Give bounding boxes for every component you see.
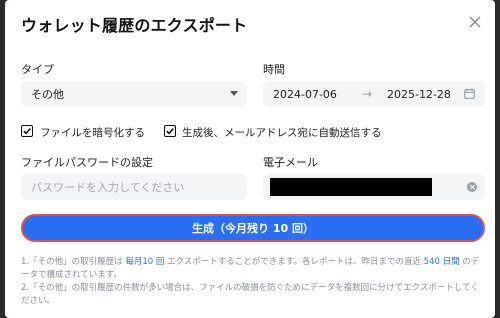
chevron-down-icon xyxy=(230,91,238,96)
type-label: タイプ xyxy=(21,63,54,76)
note-1-monthly-limit: 毎月10 回 xyxy=(125,257,165,267)
password-placeholder: パスワードを入力してください xyxy=(31,181,185,194)
password-input[interactable]: パスワードを入力してください xyxy=(21,174,247,200)
auto-email-label[interactable]: 生成後、メールアドレス宛に自動送信する xyxy=(182,125,382,140)
note-line-2: 2.「その他」の取引履歴の件数が多い場合は、ファイルの破損を防ぐためにデータを複… xyxy=(21,283,479,306)
note-1-part-c: エクスポートすることができます。各レポートは、昨日までの直近 xyxy=(164,257,424,267)
encrypt-checkbox[interactable] xyxy=(21,125,33,137)
email-value-redacted xyxy=(270,178,432,196)
time-label: 時間 xyxy=(263,63,285,76)
generate-button[interactable]: 生成（今月残り 10 回） xyxy=(21,214,485,242)
date-range-picker[interactable]: 2024-07-06 → 2025-12-28 xyxy=(263,81,485,107)
type-selected-value: その他 xyxy=(31,88,64,101)
encrypt-label[interactable]: ファイルを暗号化する xyxy=(40,125,145,140)
type-select[interactable]: その他 xyxy=(21,81,247,107)
email-field[interactable] xyxy=(263,174,485,200)
clear-icon[interactable] xyxy=(467,182,477,192)
arrow-right-icon: → xyxy=(362,87,373,101)
note-1-days: 540 日間 xyxy=(423,257,460,267)
note-1-part-a: 1.「その他」の取引履歴は xyxy=(21,257,126,267)
password-label: ファイルパスワードの設定 xyxy=(21,156,153,169)
check-icon xyxy=(23,128,31,135)
auto-email-checkbox[interactable] xyxy=(164,125,176,137)
close-icon[interactable] xyxy=(467,14,483,30)
check-icon xyxy=(166,128,174,135)
dialog-title: ウォレット履歴のエクスポート xyxy=(21,16,248,35)
note-line-1: 1.「その他」の取引履歴は 毎月10 回 エクスポートすることができます。各レポ… xyxy=(21,256,487,282)
export-dialog: ウォレット履歴のエクスポート タイプ その他 時間 2024-07-06 → 2… xyxy=(5,0,495,318)
start-date[interactable]: 2024-07-06 xyxy=(273,88,337,101)
end-date[interactable]: 2025-12-28 xyxy=(387,88,451,101)
email-label: 電子メール xyxy=(263,156,318,169)
calendar-icon[interactable] xyxy=(464,88,475,99)
notes: 1.「その他」の取引履歴は 毎月10 回 エクスポートすることができます。各レポ… xyxy=(21,256,487,308)
